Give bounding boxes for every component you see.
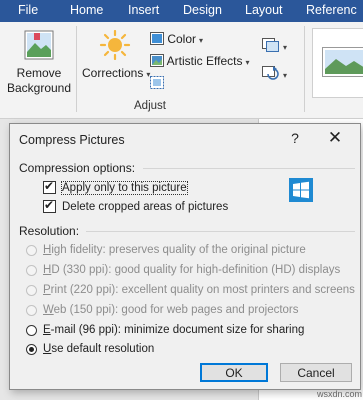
- ok-button[interactable]: OK: [200, 363, 268, 382]
- delete-cropped-label: Delete cropped areas of pictures: [62, 200, 229, 213]
- artistic-effects-button[interactable]: Artistic Effects ▾: [150, 54, 249, 68]
- check-icon: ✔: [44, 198, 55, 212]
- color-label: Color: [167, 32, 197, 46]
- apply-only-label: Apply only to this picture: [61, 180, 188, 195]
- chevron-down-icon: ▾: [283, 71, 288, 80]
- radio-default-resolution[interactable]: Use default resolution: [26, 343, 154, 355]
- radio-circle[interactable]: [26, 324, 37, 336]
- artistic-effects-icon: [150, 54, 164, 67]
- tab-file[interactable]: File: [18, 3, 38, 17]
- check-icon: ✔: [44, 179, 55, 193]
- picture-styles-gallery[interactable]: [312, 28, 363, 98]
- compress-pictures-icon: [262, 38, 279, 52]
- watermark-text: wsxdn.com: [317, 389, 363, 399]
- section-divider: [143, 168, 355, 169]
- radio-circle[interactable]: [26, 264, 37, 276]
- ribbon: Remove Background Corrections▾ Color▾: [0, 22, 363, 119]
- radio-web-150[interactable]: Web (150 ppi): good for web pages and pr…: [26, 304, 299, 316]
- help-button[interactable]: ?: [287, 130, 303, 146]
- remove-background-label-line2: Background: [6, 81, 72, 95]
- radio-circle[interactable]: [26, 304, 37, 316]
- cancel-button[interactable]: Cancel: [280, 363, 352, 382]
- compress-pictures-dialog: Compress Pictures ? ✕ Compression option…: [9, 123, 361, 390]
- sun-icon: [99, 30, 131, 60]
- mnemonic-letter: W: [43, 304, 54, 316]
- radio-label: D (330 ppi): good quality for high-defin…: [51, 264, 341, 276]
- radio-high-fidelity[interactable]: High fidelity: preserves quality of the …: [26, 244, 306, 256]
- radio-circle[interactable]: [26, 244, 37, 256]
- section-divider: [86, 231, 355, 232]
- mnemonic-letter: P: [43, 284, 51, 296]
- radio-circle[interactable]: [26, 284, 37, 296]
- resolution-label: Resolution:: [19, 224, 80, 238]
- transparency-icon: [150, 76, 164, 89]
- close-button[interactable]: ✕: [326, 128, 344, 148]
- change-picture-button[interactable]: ▾: [262, 66, 287, 81]
- chevron-down-icon: ▾: [199, 36, 204, 45]
- radio-label: -mail (96 ppi): minimize document size f…: [50, 324, 305, 336]
- corrections-label: Corrections: [82, 66, 144, 80]
- artistic-effects-label: Artistic Effects: [166, 54, 243, 68]
- chevron-down-icon: ▾: [283, 43, 288, 52]
- compression-options-label: Compression options:: [19, 161, 136, 175]
- checkbox-box[interactable]: ✔: [43, 198, 56, 213]
- radio-selected-dot: [29, 346, 34, 352]
- mnemonic-letter: E: [43, 324, 51, 336]
- radio-label: rint (220 ppi): excellent quality on mos…: [50, 284, 355, 296]
- tab-layout[interactable]: Layout: [245, 3, 283, 17]
- remove-background-icon: [24, 30, 54, 60]
- ribbon-divider: [304, 26, 305, 112]
- color-icon: [150, 32, 164, 45]
- tab-references[interactable]: Referenc: [306, 3, 357, 17]
- radio-label: eb (150 ppi): good for web pages and pro…: [53, 304, 299, 316]
- corrections-button[interactable]: Corrections ▾: [82, 30, 150, 80]
- radio-email-96[interactable]: E-mail (96 ppi): minimize document size …: [26, 324, 304, 336]
- compress-pictures-button[interactable]: ▾: [262, 38, 287, 53]
- tab-home[interactable]: Home: [70, 3, 103, 17]
- tab-insert[interactable]: Insert: [128, 3, 159, 17]
- radio-label: se default resolution: [51, 343, 155, 355]
- picture-style-thumbnail: [322, 47, 363, 77]
- delete-cropped-checkbox[interactable]: ✔ Delete cropped areas of pictures: [43, 198, 229, 213]
- remove-background-label-line1: Remove: [16, 66, 62, 80]
- dialog-title: Compress Pictures: [19, 133, 125, 147]
- radio-hd-330[interactable]: HD (330 ppi): good quality for high-defi…: [26, 264, 340, 276]
- radio-label: igh fidelity: preserves quality of the o…: [51, 244, 306, 256]
- color-button[interactable]: Color ▾: [150, 32, 203, 46]
- apply-only-checkbox[interactable]: ✔ Apply only to this picture: [43, 179, 188, 195]
- radio-circle[interactable]: [26, 343, 37, 355]
- transparency-button[interactable]: [150, 76, 164, 92]
- radio-print-220[interactable]: Print (220 ppi): excellent quality on mo…: [26, 284, 355, 296]
- checkbox-box[interactable]: ✔: [43, 179, 56, 194]
- tab-design[interactable]: Design: [183, 3, 222, 17]
- windows-logo-icon: [289, 178, 313, 202]
- adjust-group-label: Adjust: [134, 100, 166, 112]
- ribbon-divider: [76, 26, 77, 112]
- chevron-down-icon: ▾: [245, 58, 250, 67]
- change-picture-icon: [262, 66, 279, 80]
- ribbon-tab-bar: File Home Insert Design Layout Referenc: [0, 0, 363, 22]
- remove-background-button[interactable]: Remove Background: [4, 30, 74, 96]
